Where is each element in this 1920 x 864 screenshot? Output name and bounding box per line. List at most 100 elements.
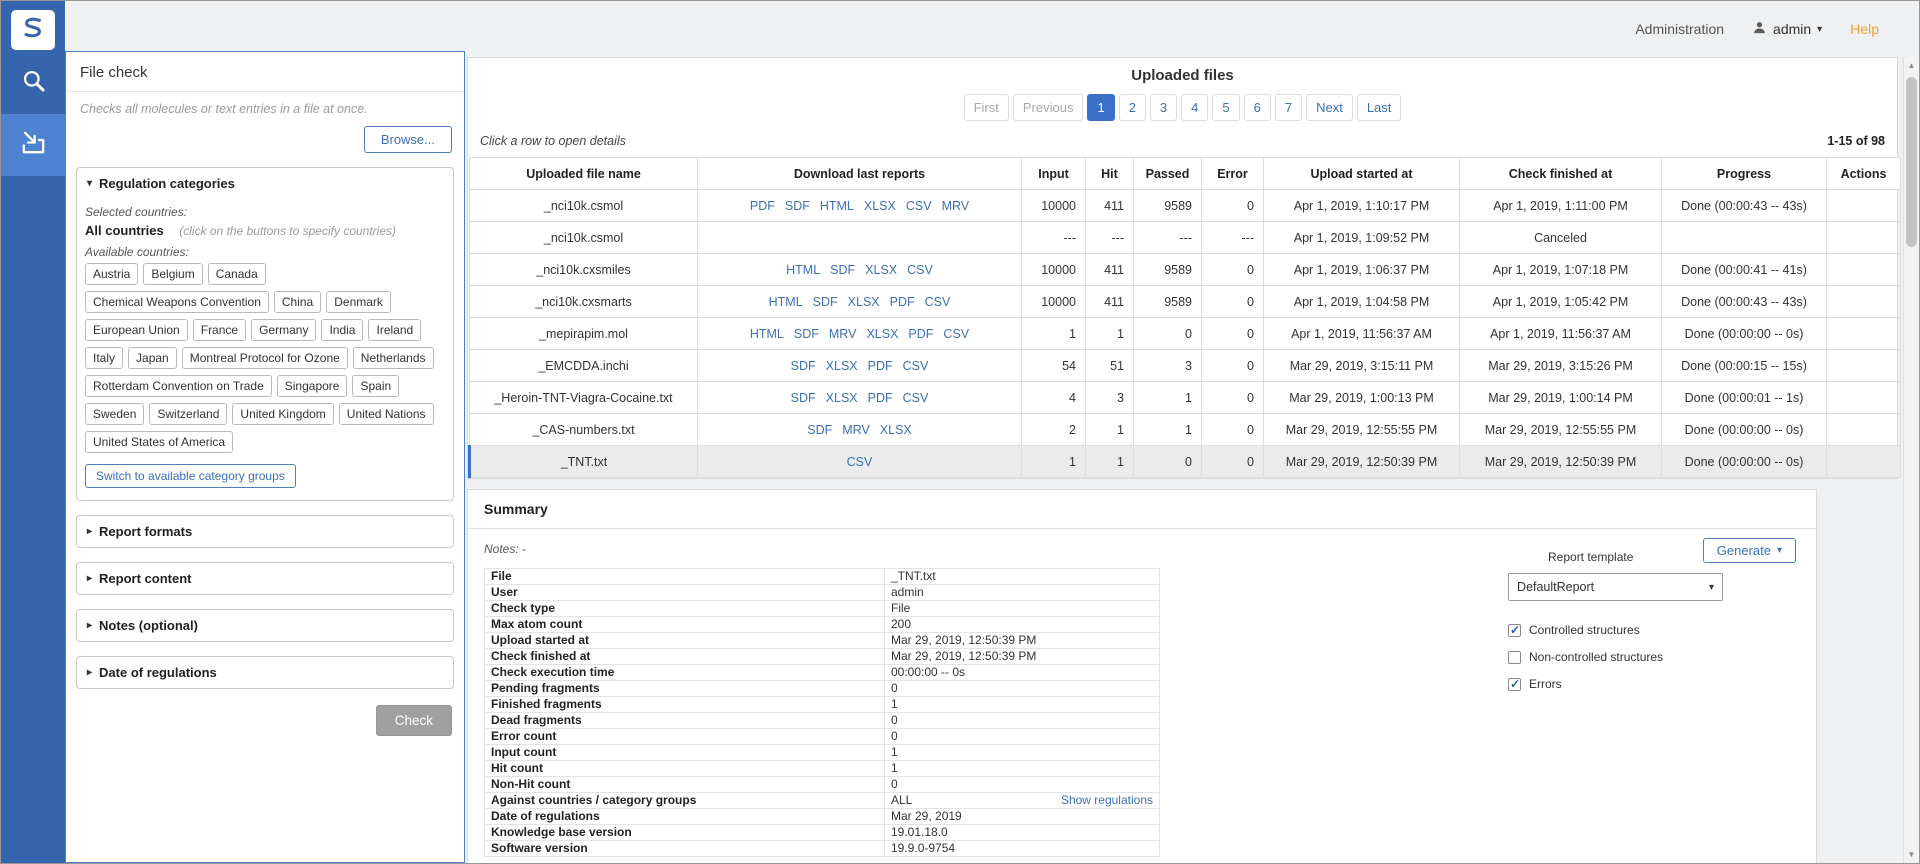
- page-button[interactable]: 6: [1244, 94, 1271, 121]
- search-nav-button[interactable]: [1, 60, 65, 106]
- report-format-link[interactable]: SDF: [785, 199, 810, 213]
- country-button[interactable]: Belgium: [143, 263, 202, 285]
- column-header[interactable]: Hit: [1086, 158, 1134, 190]
- user-menu[interactable]: admin ▾: [1752, 20, 1822, 38]
- report-format-link[interactable]: CSV: [925, 295, 951, 309]
- country-button[interactable]: Montreal Protocol for Ozone: [182, 347, 348, 369]
- show-regulations-link[interactable]: Show regulations: [1061, 794, 1153, 807]
- country-button[interactable]: Singapore: [277, 375, 348, 397]
- report-option-checkbox[interactable]: Errors: [1508, 677, 1778, 691]
- page-button[interactable]: 4: [1181, 94, 1208, 121]
- column-header[interactable]: Check finished at: [1460, 158, 1662, 190]
- report-format-link[interactable]: XLSX: [865, 263, 897, 277]
- collapsed-section-toggle[interactable]: ▸ Report formats: [77, 516, 453, 547]
- country-button[interactable]: United Nations: [339, 403, 434, 425]
- report-format-link[interactable]: MRV: [942, 199, 970, 213]
- report-format-link[interactable]: HTML: [786, 263, 820, 277]
- scroll-down-icon[interactable]: ▼: [1904, 850, 1919, 859]
- collapsed-section-toggle[interactable]: ▸ Date of regulations: [77, 657, 453, 688]
- page-button[interactable]: Last: [1357, 94, 1402, 121]
- app-logo[interactable]: [11, 10, 55, 50]
- file-row[interactable]: _mepirapim.mol HTMLSDFMRVXLSXPDFCSV 1 1 …: [470, 318, 1901, 350]
- report-format-link[interactable]: PDF: [890, 295, 915, 309]
- country-button[interactable]: Switzerland: [149, 403, 227, 425]
- file-row[interactable]: _nci10k.cxsmarts HTMLSDFXLSXPDFCSV 10000…: [470, 286, 1901, 318]
- collapsed-section-toggle[interactable]: ▸ Notes (optional): [77, 610, 453, 641]
- report-format-link[interactable]: CSV: [907, 263, 933, 277]
- file-check-nav-button[interactable]: [1, 114, 65, 176]
- country-button[interactable]: Ireland: [368, 319, 421, 341]
- page-button[interactable]: First: [964, 94, 1009, 121]
- column-header[interactable]: Progress: [1662, 158, 1827, 190]
- report-format-link[interactable]: CSV: [903, 391, 929, 405]
- browse-button[interactable]: Browse...: [364, 126, 452, 153]
- page-button[interactable]: 7: [1275, 94, 1302, 121]
- country-button[interactable]: Austria: [85, 263, 138, 285]
- check-button[interactable]: Check: [376, 705, 452, 736]
- file-row[interactable]: _nci10k.csmol PDFSDFHTMLXLSXCSVMRV 10000…: [470, 190, 1901, 222]
- report-format-link[interactable]: PDF: [908, 327, 933, 341]
- country-button[interactable]: China: [274, 291, 321, 313]
- country-button[interactable]: Denmark: [326, 291, 391, 313]
- report-format-link[interactable]: SDF: [830, 263, 855, 277]
- report-format-link[interactable]: MRV: [842, 423, 870, 437]
- page-button[interactable]: 5: [1212, 94, 1239, 121]
- scroll-up-icon[interactable]: ▲: [1904, 61, 1919, 70]
- report-format-link[interactable]: CSV: [906, 199, 932, 213]
- report-format-link[interactable]: PDF: [868, 391, 893, 405]
- country-button[interactable]: Germany: [251, 319, 316, 341]
- switch-category-groups-button[interactable]: Switch to available category groups: [85, 464, 296, 488]
- column-header[interactable]: Error: [1202, 158, 1264, 190]
- report-format-link[interactable]: XLSX: [880, 423, 912, 437]
- help-link[interactable]: Help: [1850, 21, 1879, 37]
- country-button[interactable]: Chemical Weapons Convention: [85, 291, 269, 313]
- page-button[interactable]: 2: [1119, 94, 1146, 121]
- collapsed-section-toggle[interactable]: ▸ Report content: [77, 563, 453, 594]
- report-format-link[interactable]: XLSX: [826, 391, 858, 405]
- country-button[interactable]: France: [193, 319, 246, 341]
- page-button[interactable]: Next: [1306, 94, 1353, 121]
- vertical-scrollbar[interactable]: ▲ ▼: [1903, 57, 1919, 863]
- report-format-link[interactable]: HTML: [769, 295, 803, 309]
- country-button[interactable]: India: [321, 319, 363, 341]
- page-button[interactable]: Previous: [1013, 94, 1084, 121]
- report-format-link[interactable]: SDF: [813, 295, 838, 309]
- report-template-select[interactable]: DefaultReport ▾: [1508, 573, 1723, 601]
- report-option-checkbox[interactable]: Controlled structures: [1508, 623, 1778, 637]
- regulation-categories-toggle[interactable]: ▾ Regulation categories: [77, 168, 453, 199]
- page-button[interactable]: 3: [1150, 94, 1177, 121]
- country-button[interactable]: Japan: [128, 347, 177, 369]
- report-format-link[interactable]: HTML: [750, 327, 784, 341]
- country-button[interactable]: Canada: [208, 263, 266, 285]
- report-option-checkbox[interactable]: Non-controlled structures: [1508, 650, 1778, 664]
- report-format-link[interactable]: CSV: [847, 455, 873, 469]
- report-format-link[interactable]: SDF: [791, 391, 816, 405]
- report-format-link[interactable]: CSV: [903, 359, 929, 373]
- report-format-link[interactable]: SDF: [807, 423, 832, 437]
- country-button[interactable]: European Union: [85, 319, 188, 341]
- report-format-link[interactable]: XLSX: [864, 199, 896, 213]
- country-button[interactable]: Spain: [352, 375, 399, 397]
- column-header[interactable]: Input: [1022, 158, 1086, 190]
- file-row[interactable]: _TNT.txt CSV 1 1 0 0 Mar 29, 2019, 12:50…: [470, 446, 1901, 478]
- report-format-link[interactable]: MRV: [829, 327, 857, 341]
- country-button[interactable]: Netherlands: [353, 347, 434, 369]
- report-format-link[interactable]: CSV: [943, 327, 969, 341]
- report-format-link[interactable]: XLSX: [866, 327, 898, 341]
- country-button[interactable]: Italy: [85, 347, 123, 369]
- file-row[interactable]: _CAS-numbers.txt SDFMRVXLSX 2 1 1 0 Mar …: [470, 414, 1901, 446]
- column-header[interactable]: Uploaded file name: [470, 158, 698, 190]
- page-button[interactable]: 1: [1087, 94, 1114, 121]
- file-row[interactable]: _Heroin-TNT-Viagra-Cocaine.txt SDFXLSXPD…: [470, 382, 1901, 414]
- column-header[interactable]: Upload started at: [1264, 158, 1460, 190]
- report-format-link[interactable]: XLSX: [848, 295, 880, 309]
- file-row[interactable]: _nci10k.cxsmiles HTMLSDFXLSXCSV 10000 41…: [470, 254, 1901, 286]
- file-row[interactable]: _EMCDDA.inchi SDFXLSXPDFCSV 54 51 3 0 Ma…: [470, 350, 1901, 382]
- column-header[interactable]: Passed: [1134, 158, 1202, 190]
- column-header[interactable]: Download last reports: [698, 158, 1022, 190]
- country-button[interactable]: United States of America: [85, 431, 233, 453]
- country-button[interactable]: Sweden: [85, 403, 144, 425]
- report-format-link[interactable]: SDF: [791, 359, 816, 373]
- report-format-link[interactable]: SDF: [794, 327, 819, 341]
- column-header[interactable]: Actions: [1827, 158, 1901, 190]
